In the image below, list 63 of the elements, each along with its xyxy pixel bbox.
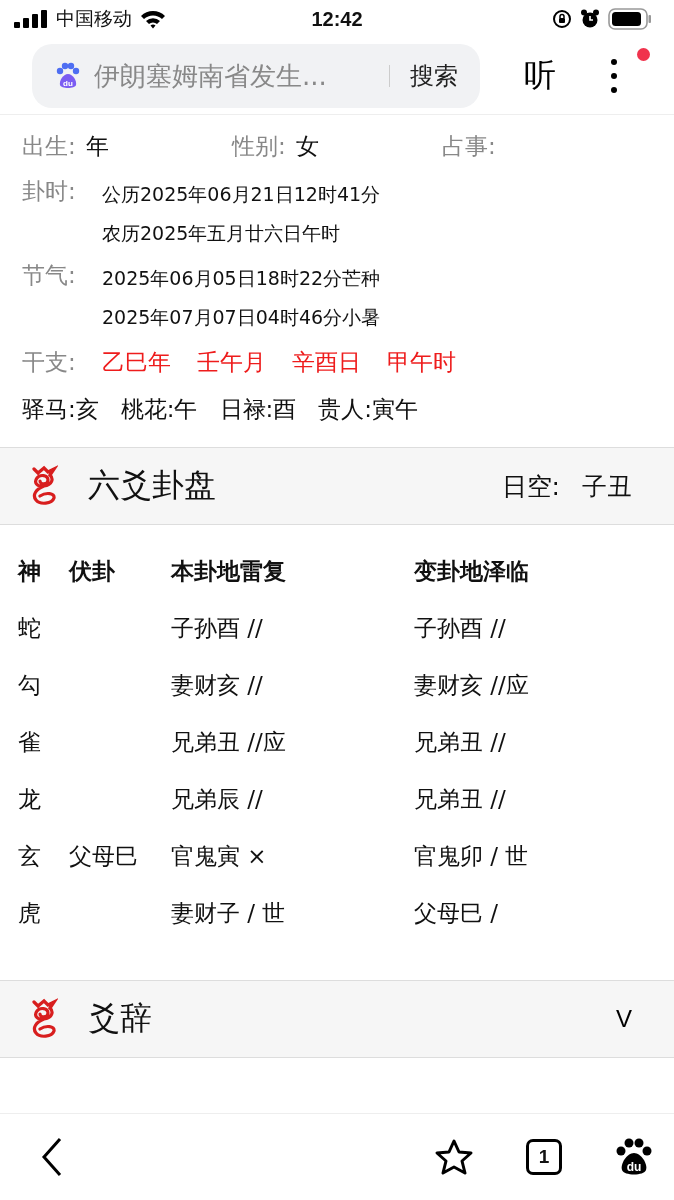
wifi-icon	[140, 9, 166, 29]
table-cell-text: 妻财子 / 世	[171, 899, 287, 928]
column-header: 变卦地泽临	[414, 557, 529, 586]
section-title: 爻辞	[88, 998, 153, 1039]
field-label: 出生:	[22, 131, 76, 161]
table-cell-text: 虎	[18, 899, 42, 928]
carrier-name: 中国移动	[56, 6, 132, 31]
star-text: 驿马:亥	[22, 394, 99, 424]
section-title: 六爻卦盘	[88, 465, 217, 506]
rotation-lock-icon	[552, 9, 572, 29]
ganzhi-text: 辛酉日	[292, 347, 361, 377]
empty-label: 日空:	[501, 470, 560, 503]
search-button[interactable]: 搜索	[402, 60, 458, 92]
table-cell-text: 兄弟丑 //应	[171, 728, 287, 757]
column-header: 神	[18, 557, 42, 586]
alarm-icon	[580, 9, 600, 29]
table-cell-text: 官鬼寅 ×	[171, 842, 268, 871]
table-cell-text: 兄弟丑 //	[414, 785, 506, 814]
search-field[interactable]: du 伊朗塞姆南省发生... 搜索	[32, 44, 480, 108]
date-text: 2025年07月07日04时46分小暑	[102, 305, 381, 330]
clock-time: 12:42	[311, 7, 363, 31]
table-cell-text: 雀	[18, 728, 42, 757]
ganzhi-text: 甲午时	[387, 347, 456, 377]
field-label: 性别:	[232, 131, 286, 161]
table-cell-text: 父母巳 /	[414, 899, 499, 928]
field-value: 年	[85, 131, 109, 161]
field-value: 女	[295, 131, 319, 161]
star-text: 日禄:酉	[219, 394, 297, 424]
menu-icon[interactable]	[610, 58, 618, 94]
table-cell-text: 子孙酉 //	[171, 614, 264, 643]
field-label: 干支:	[22, 347, 77, 377]
column-header: 伏卦	[69, 557, 116, 586]
empty-value: 子丑	[582, 470, 632, 503]
table-cell-text: 父母巳	[69, 842, 139, 871]
table-cell-text: 龙	[18, 785, 42, 814]
table-cell-text: 子孙酉 //	[414, 614, 506, 643]
field-label: 占事:	[442, 131, 496, 161]
ganzhi-text: 乙巳年	[102, 347, 171, 377]
ganzhi-text: 壬午月	[197, 347, 266, 377]
date-text: 公历2025年06月21日12时41分	[102, 182, 381, 207]
star-text: 桃花:午	[120, 394, 198, 424]
expand-toggle[interactable]: V	[616, 1005, 632, 1033]
table-cell-text: 兄弟辰 //	[171, 785, 264, 814]
column-header: 本卦地雷复	[171, 557, 287, 586]
tabs-button[interactable]: 1	[526, 1139, 562, 1175]
field-label: 节气:	[22, 261, 77, 290]
table-cell-text: 妻财亥 //	[171, 671, 264, 700]
star-icon[interactable]	[434, 1138, 474, 1176]
table-cell-text: 勾	[18, 671, 42, 700]
field-label: 卦时:	[22, 177, 77, 206]
table-cell-text: 蛇	[18, 614, 42, 643]
table-cell-text: 官鬼卯 / 世	[414, 842, 529, 871]
table-cell-text: 玄	[18, 842, 42, 871]
date-text: 2025年06月05日18时22分芒种	[102, 266, 381, 291]
battery-icon	[608, 8, 652, 30]
date-text: 农历2025年五月廿六日午时	[102, 221, 342, 246]
back-icon[interactable]	[40, 1137, 64, 1177]
search-query: 伊朗塞姆南省发生...	[94, 59, 328, 93]
table-cell-text: 妻财亥 //应	[414, 671, 529, 700]
signal-icon	[14, 10, 48, 28]
table-cell-text: 兄弟丑 //	[414, 728, 506, 757]
star-text: 贵人:寅午	[318, 394, 418, 424]
listen-button[interactable]: 听	[524, 54, 556, 98]
